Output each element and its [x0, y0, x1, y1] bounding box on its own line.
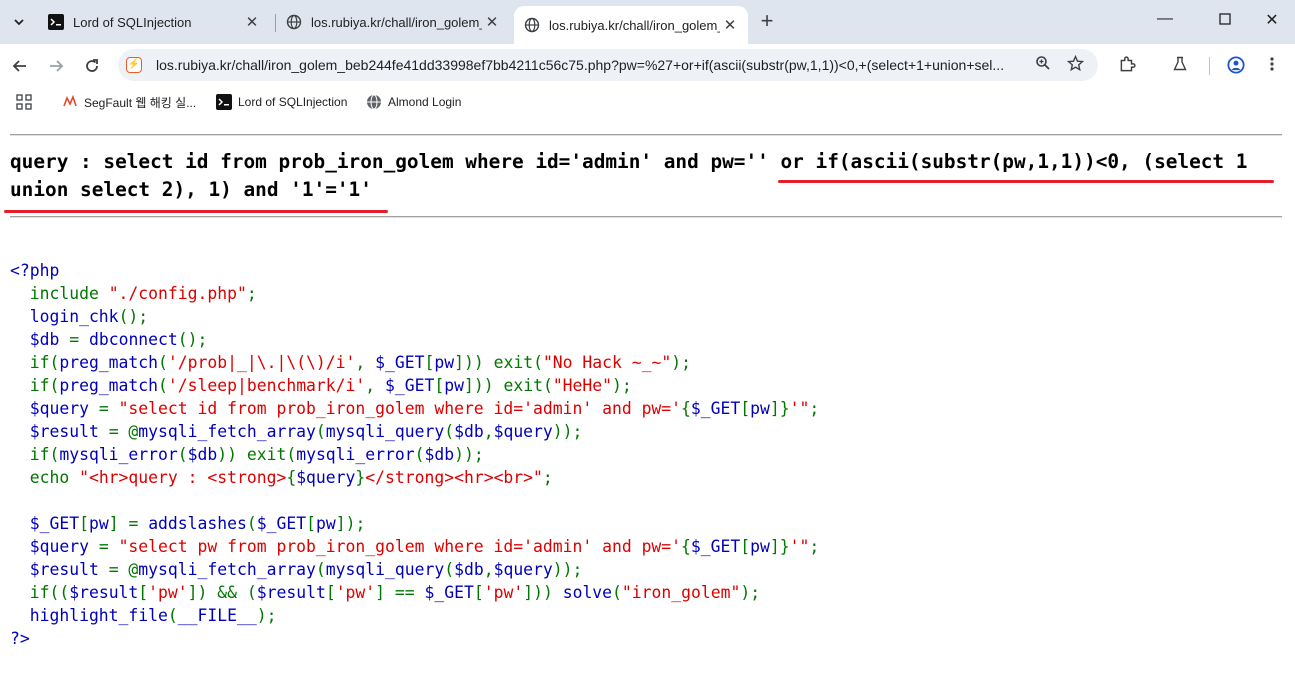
- toolbar-divider: [1209, 57, 1210, 75]
- address-bar[interactable]: ⚡ los.rubiya.kr/chall/iron_golem_beb244f…: [118, 49, 1098, 81]
- code-line: highlight_file(__FILE__);: [10, 606, 277, 625]
- bookmark-almond-login[interactable]: Almond Login: [366, 93, 461, 111]
- tab-title: Lord of SQLInjection: [73, 14, 192, 30]
- labs-flask-icon[interactable]: [1169, 56, 1191, 76]
- browser-toolbar: ⚡ los.rubiya.kr/chall/iron_golem_beb244f…: [0, 44, 1295, 86]
- arrow-left-icon: [12, 60, 26, 72]
- reload-icon: [86, 59, 98, 72]
- site-info-icon[interactable]: ⚡: [126, 57, 142, 73]
- close-icon[interactable]: ✕: [720, 16, 740, 34]
- bookmark-star-icon[interactable]: [1065, 54, 1085, 75]
- code-line: login_chk();: [10, 307, 149, 326]
- forward-button[interactable]: [44, 54, 68, 78]
- bookmark-lord-of-sqlinjection[interactable]: Lord of SQLInjection: [216, 93, 347, 111]
- tab-lord-of-sqlinjection[interactable]: Lord of SQLInjection ✕: [38, 8, 270, 36]
- maximize-icon: [1219, 13, 1231, 25]
- close-icon[interactable]: ✕: [482, 13, 502, 31]
- tab-iron-golem-1[interactable]: los.rubiya.kr/chall/iron_golem_ ✕: [276, 8, 510, 36]
- code-line: if(preg_match('/prob|_|\.|\(\)/i', $_GET…: [10, 353, 691, 372]
- apps-grid-button[interactable]: [16, 93, 32, 111]
- tab-strip: Lord of SQLInjection ✕ los.rubiya.kr/cha…: [0, 0, 1295, 44]
- query-output: query : select id from prob_iron_golem w…: [10, 148, 1290, 204]
- code-line: $_GET[pw] = addslashes($_GET[pw]);: [10, 514, 366, 533]
- profile-avatar-icon[interactable]: [1225, 56, 1247, 76]
- segfault-icon: [62, 94, 78, 110]
- maximize-button[interactable]: [1210, 10, 1240, 30]
- query-line-2: union select 2), 1) and '1'='1': [10, 178, 372, 201]
- chevron-down-icon: [14, 19, 24, 26]
- bookmark-label: Almond Login: [388, 95, 462, 109]
- query-line-1: query : select id from prob_iron_golem w…: [10, 150, 1248, 173]
- code-line: $query = "select id from prob_iron_golem…: [10, 399, 820, 418]
- extensions-icon[interactable]: [1116, 56, 1138, 76]
- terminal-icon: [48, 14, 64, 30]
- bookmark-label: Lord of SQLInjection: [238, 95, 348, 109]
- tab-title: los.rubiya.kr/chall/iron_golem_: [549, 17, 720, 33]
- code-line: echo "<hr>query : <strong>{$query}</stro…: [10, 468, 553, 487]
- minimize-button[interactable]: —: [1150, 10, 1180, 28]
- code-line: $result = @mysqli_fetch_array(mysqli_que…: [10, 560, 583, 579]
- red-underline-annotation: [4, 210, 388, 213]
- bookmark-label: SegFault 웹 해킹 실...: [84, 95, 197, 110]
- red-underline-annotation: [778, 180, 1274, 183]
- page-content: query : select id from prob_iron_golem w…: [0, 118, 1295, 692]
- tab-title: los.rubiya.kr/chall/iron_golem_: [311, 14, 482, 30]
- code-line: if(preg_match('/sleep|benchmark/i', $_GE…: [10, 376, 632, 395]
- tab-iron-golem-active[interactable]: los.rubiya.kr/chall/iron_golem_ ✕: [514, 6, 748, 44]
- horizontal-rule: [10, 134, 1282, 136]
- url-text[interactable]: los.rubiya.kr/chall/iron_golem_beb244fe4…: [156, 57, 1036, 73]
- globe-icon: [524, 17, 540, 33]
- globe-icon: [366, 94, 382, 110]
- code-line: <?php: [10, 261, 60, 280]
- bookmarks-bar: SegFault 웹 해킹 실... Lord of SQLInjection …: [0, 86, 1295, 118]
- terminal-icon: [216, 94, 232, 110]
- reload-button[interactable]: [80, 54, 104, 78]
- code-line: $result = @mysqli_fetch_array(mysqli_que…: [10, 422, 583, 441]
- globe-icon: [286, 14, 302, 30]
- close-window-button[interactable]: ✕: [1257, 10, 1287, 30]
- tab-search-button[interactable]: [6, 8, 32, 36]
- code-line: if(($result['pw']) && ($result['pw'] == …: [10, 583, 761, 602]
- code-line: if(mysqli_error($db)) exit(mysqli_error(…: [10, 445, 484, 464]
- arrow-right-icon: [50, 60, 64, 72]
- code-line: $db = dbconnect();: [10, 330, 208, 349]
- menu-kebab-icon[interactable]: [1261, 56, 1283, 76]
- bookmark-segfault[interactable]: SegFault 웹 해킹 실...: [62, 93, 196, 111]
- close-icon[interactable]: ✕: [242, 13, 262, 31]
- code-line: ?>: [10, 629, 30, 648]
- php-source-code: <?php include "./config.php"; login_chk(…: [10, 259, 819, 650]
- back-button[interactable]: [8, 54, 32, 78]
- code-line: include "./config.php";: [10, 284, 257, 303]
- apps-grid-icon: [16, 94, 32, 110]
- horizontal-rule: [10, 216, 1282, 218]
- zoom-icon[interactable]: [1033, 55, 1053, 75]
- code-line: $query = "select pw from prob_iron_golem…: [10, 537, 820, 556]
- new-tab-button[interactable]: +: [754, 9, 780, 35]
